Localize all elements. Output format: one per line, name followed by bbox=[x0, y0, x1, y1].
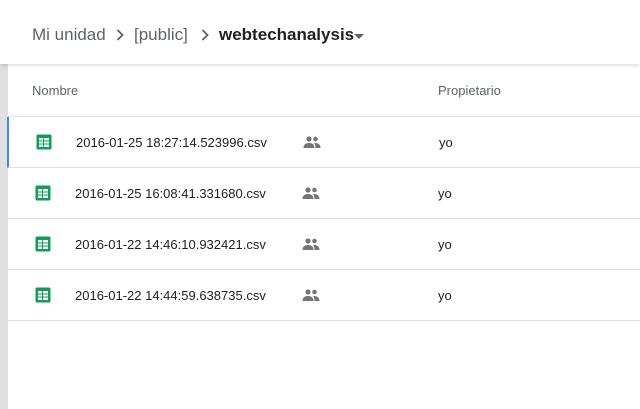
drive-page: Mi unidad [public] webtechanalysis Nombr… bbox=[0, 0, 640, 409]
file-name: 2016-01-25 18:27:14.523996.csv bbox=[76, 135, 267, 150]
sheets-icon bbox=[35, 185, 51, 201]
file-list: 2016-01-25 18:27:14.523996.csv yo 2016-0… bbox=[7, 117, 640, 321]
column-header-owner[interactable]: Propietario bbox=[438, 83, 501, 98]
file-row[interactable]: 2016-01-22 14:46:10.932421.csv yo bbox=[8, 219, 640, 270]
file-row[interactable]: 2016-01-22 14:44:59.638735.csv yo bbox=[8, 270, 640, 321]
shared-people-icon bbox=[302, 289, 320, 301]
breadcrumb-item-public[interactable]: [public] bbox=[134, 24, 188, 46]
file-owner: yo bbox=[438, 237, 452, 252]
file-owner: yo bbox=[439, 135, 453, 150]
left-panel-edge bbox=[0, 64, 8, 409]
file-name: 2016-01-22 14:44:59.638735.csv bbox=[75, 288, 266, 303]
file-name: 2016-01-25 16:08:41.331680.csv bbox=[75, 186, 266, 201]
column-header-name[interactable]: Nombre bbox=[32, 83, 78, 98]
shared-people-icon bbox=[303, 136, 321, 148]
sheets-icon bbox=[36, 134, 52, 150]
chevron-right-icon bbox=[116, 29, 124, 41]
file-row[interactable]: 2016-01-25 18:27:14.523996.csv yo bbox=[7, 117, 640, 168]
breadcrumb: Mi unidad [public] webtechanalysis bbox=[0, 0, 640, 64]
sheets-icon bbox=[35, 236, 51, 252]
file-row[interactable]: 2016-01-25 16:08:41.331680.csv yo bbox=[8, 168, 640, 219]
sheets-icon bbox=[35, 287, 51, 303]
file-list-header: Nombre Propietario bbox=[8, 64, 640, 117]
file-owner: yo bbox=[438, 186, 452, 201]
chevron-right-icon bbox=[201, 29, 209, 41]
breadcrumb-item-current-folder[interactable]: webtechanalysis bbox=[219, 24, 354, 46]
file-owner: yo bbox=[438, 288, 452, 303]
shared-people-icon bbox=[302, 187, 320, 199]
breadcrumb-item-mi-unidad[interactable]: Mi unidad bbox=[32, 24, 106, 46]
dropdown-arrow-icon[interactable] bbox=[352, 29, 366, 43]
shared-people-icon bbox=[302, 238, 320, 250]
file-name: 2016-01-22 14:46:10.932421.csv bbox=[75, 237, 266, 252]
